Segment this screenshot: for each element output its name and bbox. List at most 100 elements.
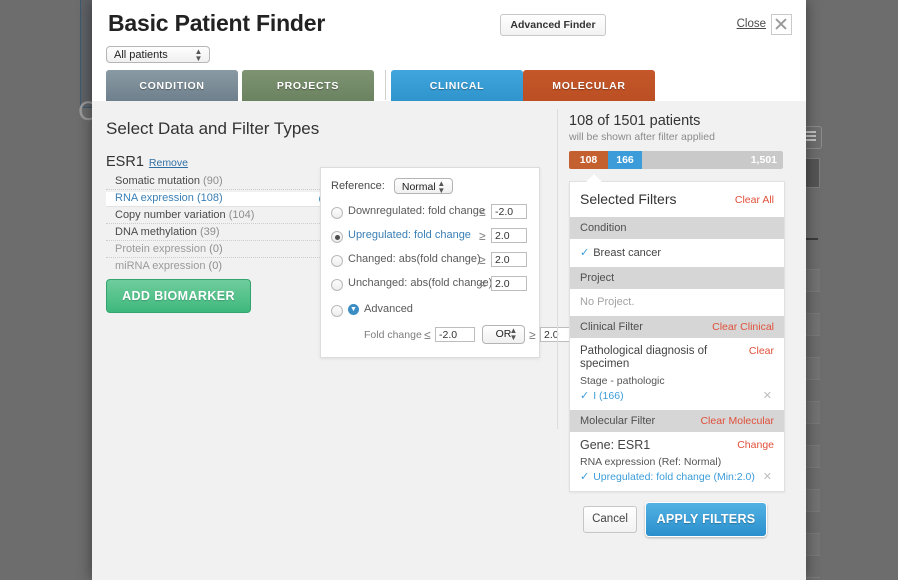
dialog-body: Select Data and Filter Types ESR1Remove …: [92, 101, 806, 580]
patient-scope-select[interactable]: All patients ▲▼: [106, 46, 210, 63]
molecular-filter-meta: RNA expression (Ref: Normal): [580, 456, 774, 468]
radio-downregulated[interactable]: [331, 207, 343, 219]
tab-projects[interactable]: PROJECTS: [242, 70, 374, 102]
clinical-filter-title: Pathological diagnosis of specimen: [580, 345, 774, 371]
list-item-count: (104): [229, 209, 255, 221]
condition-section-header: Condition: [570, 217, 784, 239]
option-changed[interactable]: Changed: abs(fold change) ≥ 2.0: [331, 251, 529, 273]
selected-filters-panel: Selected Filters Clear All Condition ✓Br…: [569, 181, 785, 492]
dialog-header: Basic Patient Finder Advanced Finder Clo…: [92, 0, 806, 105]
option-label: Advanced: [364, 303, 413, 315]
list-item-count: (0): [209, 243, 222, 255]
list-item-rna-expression[interactable]: RNA expression (108) ▶: [106, 192, 333, 207]
condition-section-body: ✓Breast cancer: [570, 239, 784, 267]
column-divider: [557, 109, 558, 429]
clear-clinical-link[interactable]: Clear Clinical: [712, 321, 774, 333]
value-input-downregulated[interactable]: -2.0: [491, 204, 527, 219]
remove-gene-link[interactable]: Remove: [149, 157, 188, 169]
clinical-section-header: Clinical Filter Clear Clinical: [570, 316, 784, 338]
condition-header-label: Condition: [580, 222, 626, 234]
gene-heading: ESR1 Remove: [106, 154, 188, 170]
advanced-fold-change-label: Fold change: [364, 329, 422, 341]
count-segment-filtered: 108: [569, 151, 608, 169]
radio-changed[interactable]: [331, 255, 343, 267]
tab-divider: [385, 70, 386, 100]
molecular-filter-value: Upregulated: fold change (Min:2.0): [593, 471, 755, 483]
condition-item-label: Breast cancer: [593, 247, 661, 259]
patient-count-headline: 108 of 1501 patients: [569, 113, 791, 129]
tab-clinical[interactable]: CLINICAL: [391, 70, 523, 102]
count-total: 1,501: [751, 151, 777, 169]
patient-count-bar: 108 166 1,501: [569, 151, 783, 169]
advanced-right-comparator: ≥: [529, 328, 536, 342]
basic-patient-finder-dialog: Basic Patient Finder Advanced Finder Clo…: [92, 0, 806, 580]
project-section-header: Project: [570, 267, 784, 289]
value-input-unchanged[interactable]: 2.0: [491, 276, 527, 291]
add-biomarker-button[interactable]: ADD BIOMARKER: [106, 279, 251, 313]
advanced-left-value-input[interactable]: -2.0: [435, 327, 475, 342]
advanced-fold-change-row: Fold change ≤ -2.0 OR ▲▼ ≥ 2.0: [351, 325, 529, 345]
radio-unchanged[interactable]: [331, 279, 343, 291]
radio-advanced[interactable]: [331, 305, 343, 317]
advanced-operator-select[interactable]: OR ▲▼: [482, 325, 525, 344]
comparator-changed: ≥: [479, 253, 486, 267]
option-label: Changed: abs(fold change): [348, 253, 481, 265]
chevron-updown-icon: ▲▼: [509, 327, 518, 342]
expression-filter-flyout: Reference: Normal ▲▼ Downregulated: fold…: [320, 167, 540, 358]
chevron-updown-icon: ▲▼: [437, 180, 446, 195]
close-icon[interactable]: [771, 14, 792, 35]
dialog-actions: Cancel APPLY FILTERS: [569, 506, 783, 538]
check-icon: ✓: [580, 389, 589, 402]
gene-name: ESR1: [106, 154, 144, 170]
project-section-body: No Project.: [570, 289, 784, 316]
data-type-list: Somatic mutation (90) RNA expression (10…: [106, 175, 326, 276]
clear-all-link[interactable]: Clear All: [735, 194, 774, 206]
option-advanced[interactable]: ▼ Advanced: [331, 301, 529, 323]
close-link[interactable]: Close: [737, 18, 766, 30]
list-item-mirna-expression[interactable]: miRNA expression (0): [106, 260, 326, 274]
selected-filters-title: Selected Filters: [580, 191, 676, 207]
patient-count-subtext: will be shown after filter applied: [569, 131, 791, 143]
list-item-label: Somatic mutation: [115, 175, 200, 187]
reference-row: Reference: Normal ▲▼: [331, 178, 529, 194]
molecular-section-body: Change Gene: ESR1 RNA expression (Ref: N…: [570, 432, 784, 491]
option-upregulated[interactable]: Upregulated: fold change ≥ 2.0: [331, 227, 529, 249]
option-unchanged[interactable]: Unchanged: abs(fold change) < 2.0: [331, 275, 529, 297]
value-input-upregulated[interactable]: 2.0: [491, 228, 527, 243]
reference-select[interactable]: Normal ▲▼: [394, 178, 453, 194]
expand-advanced-icon[interactable]: ▼: [348, 304, 359, 315]
list-item-somatic-mutation[interactable]: Somatic mutation (90): [106, 175, 326, 190]
list-item-dna-methylation[interactable]: DNA methylation (39): [106, 226, 326, 241]
list-item-count: (39): [200, 226, 220, 238]
list-item-label: miRNA expression: [115, 260, 205, 272]
section-title: Select Data and Filter Types: [106, 119, 319, 139]
tab-condition[interactable]: CONDITION: [106, 70, 238, 102]
option-label: Downregulated: fold change: [348, 205, 485, 217]
list-item-protein-expression[interactable]: Protein expression (0): [106, 243, 326, 258]
clinical-header-label: Clinical Filter: [580, 321, 643, 333]
clear-clinical-item-link[interactable]: Clear: [749, 345, 774, 357]
reference-value: Normal: [402, 181, 436, 193]
chevron-updown-icon: ▲▼: [194, 48, 203, 63]
clinical-filter-value: I (166): [593, 390, 623, 402]
page-title: Basic Patient Finder: [108, 10, 325, 37]
selected-filters-header: Selected Filters Clear All: [570, 182, 784, 217]
cancel-button[interactable]: Cancel: [583, 506, 637, 533]
value-input-changed[interactable]: 2.0: [491, 252, 527, 267]
apply-filters-button[interactable]: APPLY FILTERS: [645, 502, 767, 537]
clinical-section-body: Clear Pathological diagnosis of specimen…: [570, 338, 784, 410]
list-item-copy-number-variation[interactable]: Copy number variation (104): [106, 209, 326, 224]
option-label: Unchanged: abs(fold change): [348, 277, 492, 289]
clinical-filter-meta: Stage - pathologic: [580, 375, 774, 387]
radio-upregulated[interactable]: [331, 231, 343, 243]
tab-molecular[interactable]: MOLECULAR: [523, 70, 655, 102]
clear-molecular-link[interactable]: Clear Molecular: [700, 415, 774, 427]
list-item-count: (108): [197, 192, 223, 204]
remove-clinical-value-icon[interactable]: ✕: [763, 389, 772, 402]
remove-molecular-value-icon[interactable]: ✕: [763, 470, 772, 483]
reference-label: Reference:: [331, 180, 385, 192]
option-downregulated[interactable]: Downregulated: fold change ≤ -2.0: [331, 203, 529, 225]
advanced-finder-button[interactable]: Advanced Finder: [500, 14, 606, 36]
filter-tabs: CONDITIONPROJECTS CLINICALMOLECULAR: [106, 70, 655, 102]
change-gene-link[interactable]: Change: [737, 439, 774, 451]
